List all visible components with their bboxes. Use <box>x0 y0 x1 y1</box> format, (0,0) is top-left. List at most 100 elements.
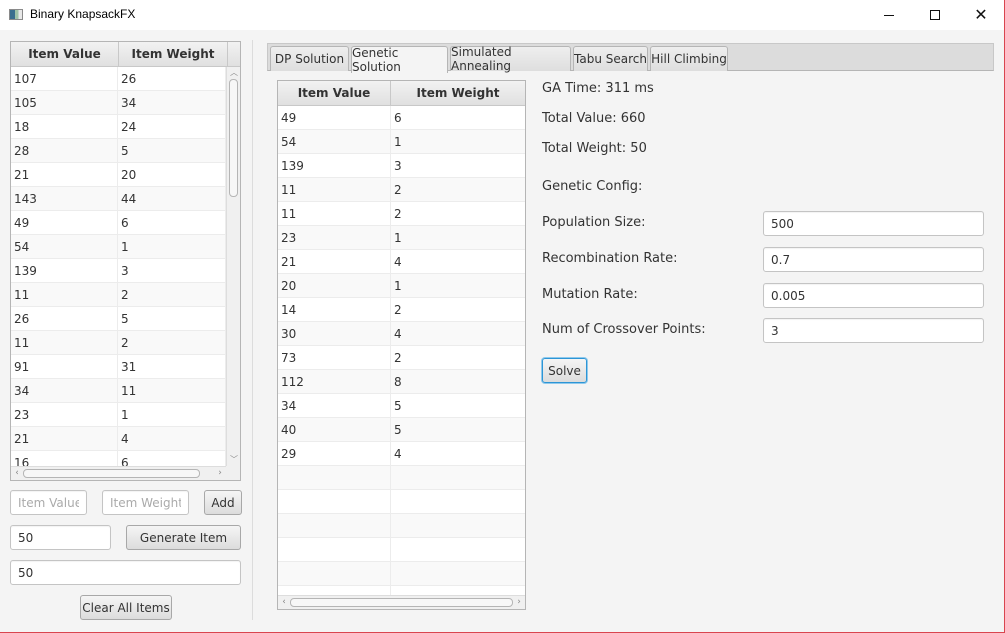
crossover-points-label: Num of Crossover Points: <box>542 322 706 337</box>
table-row[interactable]: 11 2 <box>11 331 226 355</box>
population-size-input[interactable] <box>763 211 984 236</box>
table-row[interactable]: 26 5 <box>11 307 226 331</box>
table-row[interactable]: 21 4 <box>11 427 226 451</box>
table-row[interactable]: 11 2 <box>11 283 226 307</box>
table-row[interactable]: 16 6 <box>11 451 226 466</box>
table-row[interactable]: 112 8 <box>278 370 525 394</box>
table-row[interactable]: 23 1 <box>11 403 226 427</box>
tab-genetic-solution[interactable]: Genetic Solution <box>351 46 448 74</box>
item-value-cell: 40 <box>278 418 391 441</box>
solution-table-body: 49 6 54 1 139 3 11 2 11 2 23 1 21 4 20 1 14 2 30 4 73 2 112 8 34… <box>278 106 525 595</box>
item-value-cell: 91 <box>11 355 118 378</box>
scroll-down-icon[interactable]: ﹀ <box>227 454 240 466</box>
table-row[interactable]: 91 31 <box>11 355 226 379</box>
column-header-item-weight[interactable]: Item Weight <box>119 42 228 66</box>
table-row[interactable]: 73 2 <box>278 346 525 370</box>
table-row[interactable]: 23 1 <box>278 226 525 250</box>
table-row[interactable]: 14 2 <box>278 298 525 322</box>
item-value-cell: 28 <box>11 139 118 162</box>
solve-button[interactable]: Solve <box>542 358 587 383</box>
column-header-item-weight[interactable]: Item Weight <box>391 81 525 105</box>
scrollbar-thumb[interactable] <box>229 79 238 197</box>
recombination-rate-input[interactable] <box>763 247 984 272</box>
generate-count-input[interactable] <box>10 525 111 550</box>
item-value-input[interactable] <box>10 490 87 515</box>
items-table-horizontal-scrollbar[interactable]: ‹ › <box>11 466 226 480</box>
scrollbar-thumb[interactable] <box>23 469 200 478</box>
mutation-rate-label: Mutation Rate: <box>542 287 638 302</box>
tab-simulated-annealing[interactable]: Simulated Annealing <box>450 45 571 73</box>
table-row[interactable]: 34 11 <box>11 379 226 403</box>
app-icon <box>9 9 23 20</box>
table-row[interactable]: 28 5 <box>11 139 226 163</box>
item-weight-cell: 5 <box>394 422 402 437</box>
item-value-cell: 139 <box>278 154 391 177</box>
table-row[interactable]: 139 3 <box>278 154 525 178</box>
column-header-item-value[interactable]: Item Value <box>11 42 119 66</box>
maximize-button[interactable] <box>912 0 958 30</box>
table-row[interactable]: 143 44 <box>11 187 226 211</box>
empty-table-row <box>278 538 525 562</box>
item-weight-cell: 4 <box>394 254 402 269</box>
item-weight-cell: 1 <box>118 235 226 258</box>
column-header-item-value[interactable]: Item Value <box>278 81 391 105</box>
add-button[interactable]: Add <box>204 490 242 515</box>
split-pane-divider[interactable] <box>252 40 253 620</box>
table-row[interactable]: 11 2 <box>278 178 525 202</box>
item-weight-input[interactable] <box>102 490 189 515</box>
table-row[interactable]: 139 3 <box>11 259 226 283</box>
tab-tabu-search[interactable]: Tabu Search <box>573 46 648 71</box>
clear-all-items-button[interactable]: Clear All Items <box>80 595 172 620</box>
item-weight-cell: 1 <box>394 230 402 245</box>
table-row[interactable]: 49 6 <box>11 211 226 235</box>
items-table[interactable]: Item Value Item Weight 107 26 105 34 18 24 28 5… <box>10 41 241 481</box>
item-value-cell: 105 <box>11 91 118 114</box>
item-value-cell: 21 <box>278 250 391 273</box>
scroll-right-icon[interactable]: › <box>214 467 226 480</box>
table-row[interactable]: 54 1 <box>278 130 525 154</box>
table-row[interactable]: 34 5 <box>278 394 525 418</box>
tab-hill-climbing[interactable]: Hill Climbing <box>650 46 728 71</box>
scrollbar-thumb[interactable] <box>290 598 513 607</box>
item-value-cell: 112 <box>278 370 391 393</box>
table-row[interactable]: 40 5 <box>278 418 525 442</box>
items-table-body: 107 26 105 34 18 24 28 5 21 20 143 44 49 6 54 1 139 3 11 2 2… <box>11 67 226 466</box>
table-row[interactable]: 11 2 <box>278 202 525 226</box>
item-weight-cell: 5 <box>118 139 226 162</box>
item-value-cell: 34 <box>11 379 118 402</box>
scroll-left-icon[interactable]: ‹ <box>11 467 23 480</box>
population-size-label: Population Size: <box>542 215 646 230</box>
table-row[interactable]: 54 1 <box>11 235 226 259</box>
mutation-rate-input[interactable] <box>763 283 984 308</box>
item-value-cell: 23 <box>278 226 391 249</box>
table-row[interactable]: 20 1 <box>278 274 525 298</box>
capacity-input[interactable] <box>10 560 241 585</box>
empty-cell <box>278 562 391 585</box>
solution-table[interactable]: Item Value Item Weight 49 6 54 1 139 3 11 2 11 2 2… <box>277 80 526 610</box>
scroll-right-icon[interactable]: › <box>513 596 525 609</box>
close-button[interactable]: ✕ <box>958 0 1004 30</box>
item-value-cell: 11 <box>11 331 118 354</box>
crossover-points-input[interactable] <box>763 318 984 343</box>
item-value-cell: 54 <box>278 130 391 153</box>
table-row[interactable]: 21 4 <box>278 250 525 274</box>
table-row[interactable]: 21 20 <box>11 163 226 187</box>
scroll-up-icon[interactable]: ︿ <box>227 67 240 79</box>
table-row[interactable]: 29 4 <box>278 442 525 466</box>
empty-cell <box>391 514 525 537</box>
solution-table-horizontal-scrollbar[interactable]: ‹ › <box>278 595 525 609</box>
recombination-rate-label: Recombination Rate: <box>542 251 678 266</box>
table-row[interactable]: 105 34 <box>11 91 226 115</box>
minimize-button[interactable] <box>866 0 912 30</box>
tab-dp-solution[interactable]: DP Solution <box>270 46 349 71</box>
item-weight-cell: 2 <box>394 182 402 197</box>
item-value-cell: 16 <box>11 451 118 466</box>
generate-item-button[interactable]: Generate Item <box>126 525 241 550</box>
table-row[interactable]: 49 6 <box>278 106 525 130</box>
item-value-cell: 54 <box>11 235 118 258</box>
table-row[interactable]: 30 4 <box>278 322 525 346</box>
items-table-vertical-scrollbar[interactable]: ︿ ﹀ <box>226 67 240 466</box>
table-row[interactable]: 18 24 <box>11 115 226 139</box>
scroll-left-icon[interactable]: ‹ <box>278 596 290 609</box>
table-row[interactable]: 107 26 <box>11 67 226 91</box>
